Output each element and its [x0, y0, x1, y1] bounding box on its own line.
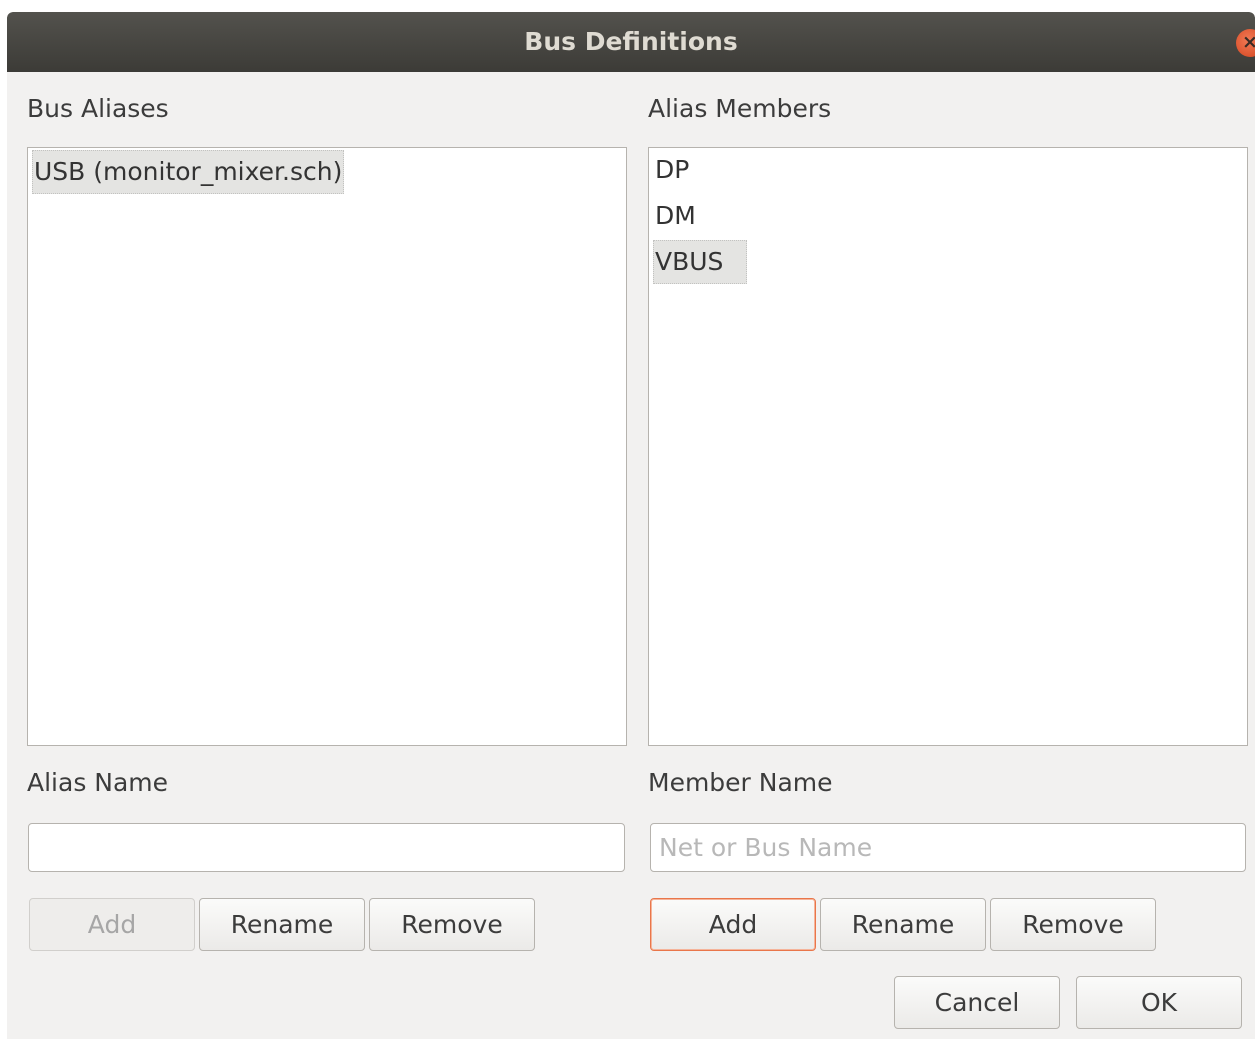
- bus-aliases-label: Bus Aliases: [27, 94, 169, 123]
- alias-add-button[interactable]: Add: [29, 898, 195, 951]
- alias-members-list[interactable]: DP DM VBUS: [648, 147, 1248, 746]
- member-name-label: Member Name: [648, 768, 833, 797]
- alias-remove-button[interactable]: Remove: [369, 898, 535, 951]
- bus-aliases-list[interactable]: USB (monitor_mixer.sch): [27, 147, 627, 746]
- bus-definitions-dialog: Bus Definitions × Bus Aliases USB (monit…: [7, 12, 1255, 1039]
- alias-rename-button[interactable]: Rename: [199, 898, 365, 951]
- member-add-button[interactable]: Add: [650, 898, 816, 951]
- member-name-input[interactable]: [650, 823, 1246, 872]
- ok-button[interactable]: OK: [1076, 976, 1242, 1029]
- cancel-button[interactable]: Cancel: [894, 976, 1060, 1029]
- alias-name-label: Alias Name: [27, 768, 169, 797]
- alias-name-input[interactable]: [28, 823, 625, 872]
- list-item-alias-usb[interactable]: USB (monitor_mixer.sch): [32, 150, 345, 194]
- alias-members-label: Alias Members: [648, 94, 832, 123]
- list-item-member-vbus[interactable]: VBUS: [653, 240, 747, 284]
- list-item-member-dp[interactable]: DP: [653, 148, 691, 192]
- list-item-member-dm[interactable]: DM: [653, 194, 698, 238]
- title-bar[interactable]: Bus Definitions ×: [7, 12, 1255, 72]
- member-remove-button[interactable]: Remove: [990, 898, 1156, 951]
- member-rename-button[interactable]: Rename: [820, 898, 986, 951]
- dialog-title: Bus Definitions: [524, 27, 738, 56]
